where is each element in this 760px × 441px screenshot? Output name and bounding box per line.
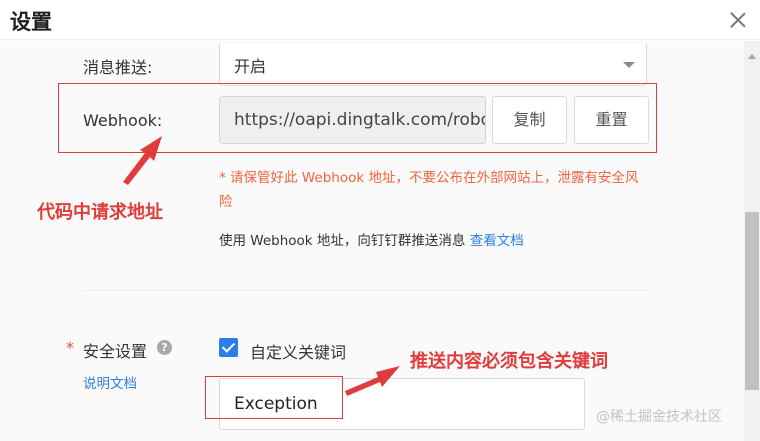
view-docs-link[interactable]: 查看文档 [470, 233, 524, 249]
usage-line: 使用 Webhook 地址，向钉钉群推送消息 查看文档 [219, 229, 524, 249]
scrollbar-thumb[interactable] [745, 212, 759, 390]
custom-keyword-checkbox[interactable] [219, 338, 238, 357]
annotation-keyword-box [205, 376, 343, 419]
webhook-warning: * 请保管好此 Webhook 地址，不要公布在外部网站上，泄露有安全风险 [219, 170, 639, 210]
security-settings-label: 安全设置 [83, 342, 148, 361]
usage-text: 使用 Webhook 地址，向钉钉群推送消息 [219, 233, 466, 249]
annotation-webhook-note: 代码中请求地址 [37, 202, 163, 223]
annotation-keyword-note: 推送内容必须包含关键词 [410, 351, 608, 372]
chevron-down-icon [623, 62, 635, 68]
message-push-label: 消息推送: [83, 58, 153, 77]
scroll-up-arrow-icon[interactable] [748, 54, 756, 59]
section-divider [83, 290, 648, 291]
dialog-title: 设置 [10, 10, 52, 34]
message-push-value: 开启 [234, 57, 267, 76]
custom-keyword-label: 自定义关键词 [250, 343, 347, 362]
watermark: @稀土掘金技术社区 [596, 409, 722, 425]
question-circle-icon[interactable]: ? [157, 340, 172, 355]
explanation-docs-link[interactable]: 说明文档 [83, 372, 137, 392]
dialog-header: 设置 [0, 0, 760, 40]
message-push-select[interactable]: 开启 [219, 44, 647, 86]
close-icon[interactable] [726, 8, 750, 32]
annotation-webhook-box [58, 83, 657, 153]
required-mark: * [66, 338, 74, 357]
